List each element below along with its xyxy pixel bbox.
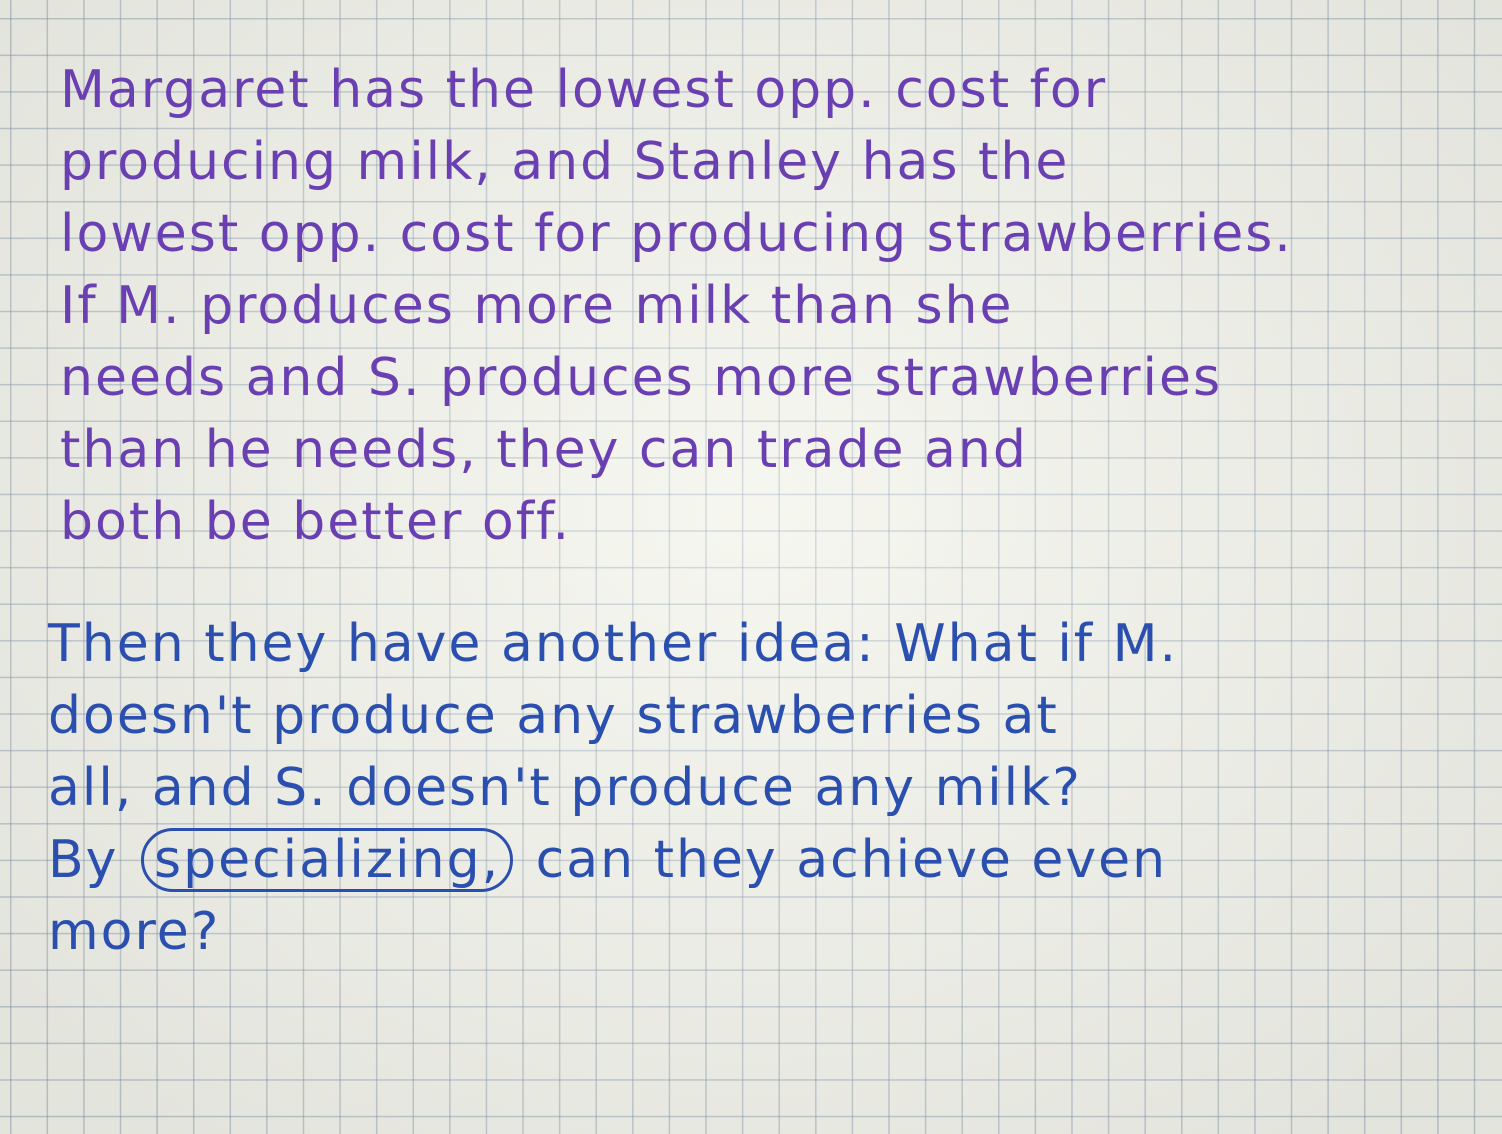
handwritten-line-with-circled-word: By specializing, can they achieve even xyxy=(48,824,1178,896)
handwritten-line: than he needs, they can trade and xyxy=(60,420,1028,480)
handwritten-line: more? xyxy=(48,902,221,962)
circled-word-text: specializing, xyxy=(153,830,501,890)
handwritten-line: producing milk, and Stanley has the xyxy=(60,132,1070,192)
line-text-after: can they achieve even xyxy=(535,830,1168,890)
handwritten-line: all, and S. doesn't produce any milk? xyxy=(48,758,1082,818)
graph-paper-sheet: Margaret has the lowest opp. cost for pr… xyxy=(0,0,1502,1134)
handwritten-line: Margaret has the lowest opp. cost for xyxy=(60,60,1108,120)
paragraph-opportunity-cost: Margaret has the lowest opp. cost for pr… xyxy=(60,54,1293,558)
paragraph-specialization: Then they have another idea: What if M. … xyxy=(48,608,1178,968)
handwritten-line: lowest opp. cost for producing strawberr… xyxy=(60,204,1293,264)
handwritten-line: both be better off. xyxy=(60,492,572,552)
circled-word-specializing: specializing, xyxy=(140,828,514,892)
line-text-before: By xyxy=(48,830,119,890)
handwritten-line: If M. produces more milk than she xyxy=(60,276,1014,336)
handwritten-line: needs and S. produces more strawberries xyxy=(60,348,1223,408)
handwritten-line: doesn't produce any strawberries at xyxy=(48,686,1059,746)
handwritten-line: Then they have another idea: What if M. xyxy=(48,614,1179,674)
